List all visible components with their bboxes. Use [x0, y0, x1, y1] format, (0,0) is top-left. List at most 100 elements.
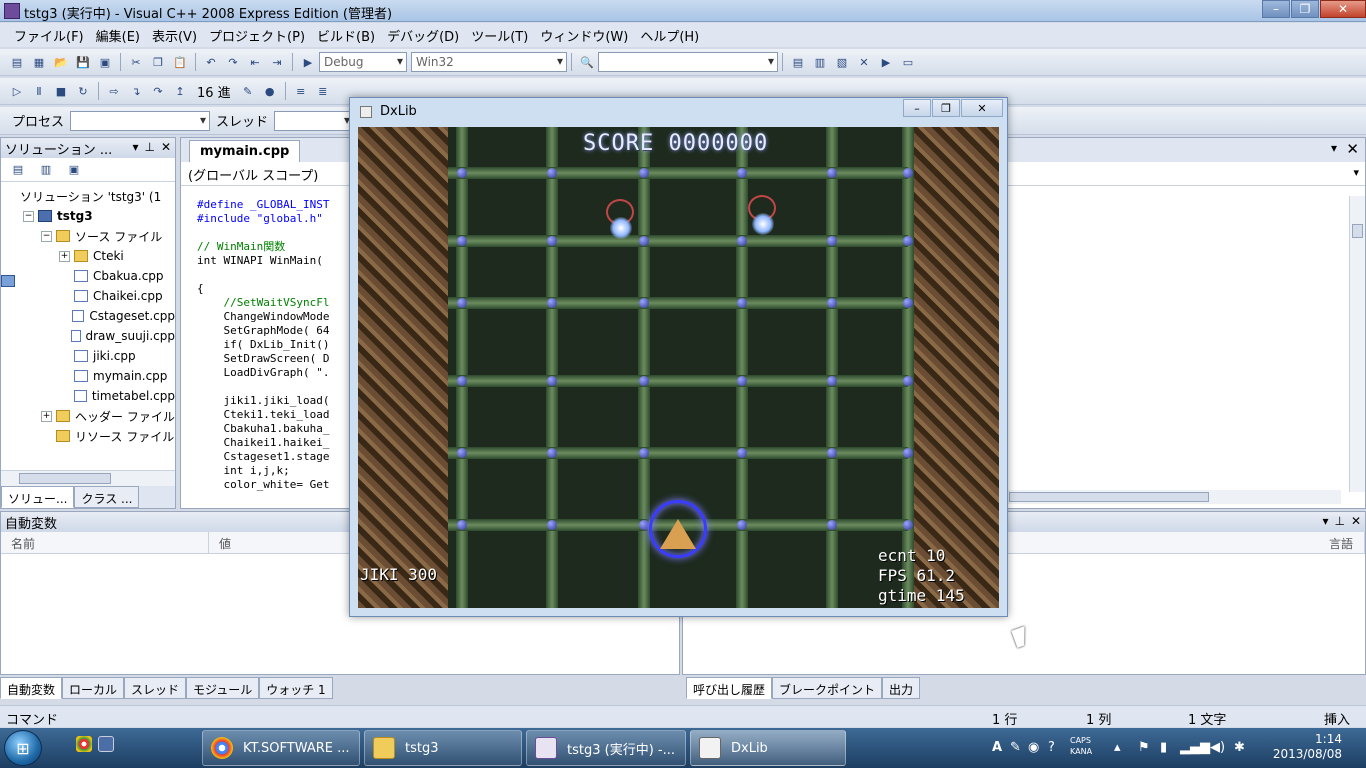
collapse-icon[interactable]: −	[41, 230, 52, 242]
refresh-icon[interactable]: ▣	[65, 161, 83, 179]
thread-select[interactable]	[274, 110, 355, 131]
tree-item[interactable]: − tstg3	[1, 206, 175, 226]
add-item-icon[interactable]: ▦	[30, 53, 48, 71]
pin-icon[interactable]: ⊥	[144, 140, 154, 154]
step-over-icon[interactable]: ↷	[149, 82, 167, 100]
tab-watch-1[interactable]: ウォッチ 1	[259, 677, 333, 699]
tree-item[interactable]: Chaikei.cpp	[1, 286, 175, 306]
tree-item[interactable]: timetabel.cpp	[1, 386, 175, 406]
tab-class-view[interactable]: クラス ...	[74, 486, 140, 508]
maximize-button[interactable]: ❐	[1291, 0, 1319, 18]
solution-platform-select[interactable]: Win32	[411, 52, 567, 72]
close-button[interactable]: ✕	[961, 99, 1003, 117]
cut-icon[interactable]: ✂	[127, 53, 145, 71]
start-page-icon[interactable]: ▶	[877, 53, 895, 71]
indent-icon[interactable]: ≡	[292, 82, 310, 100]
find-in-files-icon[interactable]: 🔍	[578, 53, 596, 71]
scroll-thumb[interactable]	[1009, 492, 1209, 502]
tab-mymain-cpp[interactable]: mymain.cpp	[189, 140, 301, 162]
scroll-thumb[interactable]	[19, 473, 111, 484]
menu-debug[interactable]: デバッグ(D)	[381, 26, 465, 45]
menu-help[interactable]: ヘルプ(H)	[634, 26, 705, 45]
horizontal-scrollbar[interactable]	[1, 470, 175, 486]
game-screen[interactable]: SCORE 0000000 JIKI 300 ecnt 10 FPS 61.2 …	[358, 127, 999, 608]
menu-project[interactable]: プロジェクト(P)	[203, 26, 311, 45]
process-select[interactable]	[70, 110, 211, 131]
chrome-quicklaunch-icon[interactable]	[76, 736, 92, 752]
network-signal-icon[interactable]: ▂▄▆	[1180, 740, 1210, 755]
properties-icon[interactable]: ▤	[9, 161, 27, 179]
stop-debugging-icon[interactable]: ■	[52, 82, 70, 100]
paste-icon[interactable]: 📋	[171, 53, 189, 71]
taskbar-chrome[interactable]: KT.SOFTWARE ...	[202, 730, 360, 766]
menu-edit[interactable]: 編集(E)	[90, 26, 146, 45]
close-button[interactable]: ✕	[1320, 0, 1366, 18]
code-text[interactable]: #define _GLOBAL_INST #include "global.h" /…	[197, 198, 329, 492]
step-out-icon[interactable]: ↥	[171, 82, 189, 100]
vertical-scrollbar[interactable]	[1349, 196, 1365, 492]
dropdown-icon[interactable]: ▾	[1322, 514, 1328, 528]
collapse-icon[interactable]: −	[23, 210, 34, 222]
tree-item[interactable]: + Cteki	[1, 246, 175, 266]
save-icon[interactable]: 💾	[74, 53, 92, 71]
navigate-back-icon[interactable]: ⇤	[246, 53, 264, 71]
column-language[interactable]: 言語	[1319, 532, 1365, 553]
help-icon[interactable]: ?	[1048, 740, 1055, 755]
tree-item[interactable]: ソリューション 'tstg3' (1	[1, 186, 175, 287]
breakpoints-window-icon[interactable]: ●	[261, 82, 279, 100]
start-button[interactable]: ⊞	[4, 730, 42, 766]
tab-threads[interactable]: スレッド	[124, 677, 187, 699]
volume-icon[interactable]: ◀)	[1210, 740, 1225, 755]
redo-icon[interactable]: ↷	[224, 53, 242, 71]
start-debug-icon[interactable]: ▶	[299, 53, 317, 71]
bluetooth-icon[interactable]: ✱	[1234, 740, 1245, 755]
tree-item[interactable]: jiki.cpp	[1, 346, 175, 366]
tab-locals[interactable]: ローカル	[62, 677, 125, 699]
hex-display-toggle[interactable]: 16 進	[197, 82, 231, 101]
action-center-flag-icon[interactable]: ⚑	[1138, 740, 1150, 755]
save-all-icon[interactable]: ▣	[96, 53, 114, 71]
continue-icon[interactable]: ▷	[8, 82, 26, 100]
pin-icon[interactable]: ⊥	[1334, 514, 1344, 528]
show-all-files-icon[interactable]: ▥	[37, 161, 55, 179]
tree-item[interactable]: Cstageset.cpp	[1, 306, 175, 326]
find-combo[interactable]	[598, 52, 778, 72]
taskbar-dxlib[interactable]: DxLib	[690, 730, 846, 766]
menu-tools[interactable]: ツール(T)	[465, 26, 534, 45]
minimize-button[interactable]: –	[903, 99, 931, 117]
ime-pad-icon[interactable]: ◉	[1028, 740, 1039, 755]
taskbar-visual-studio[interactable]: tstg3 (実行中) -...	[526, 730, 686, 766]
tab-breakpoints[interactable]: ブレークポイント	[772, 677, 883, 699]
show-next-statement-icon[interactable]: ⇨	[105, 82, 123, 100]
expand-icon[interactable]: +	[59, 250, 70, 262]
step-into-icon[interactable]: ↴	[127, 82, 145, 100]
tree-item[interactable]: draw_suuji.cpp	[1, 326, 175, 346]
expand-icon[interactable]: +	[41, 410, 52, 422]
new-project-icon[interactable]: ▤	[8, 53, 26, 71]
tree-item[interactable]: リソース ファイル	[1, 426, 175, 446]
command-window-icon[interactable]: ▭	[899, 53, 917, 71]
dropdown-icon[interactable]: ▾	[132, 140, 138, 154]
close-document-icon[interactable]: ✕	[1346, 140, 1359, 158]
solution-explorer-icon[interactable]: ▤	[789, 53, 807, 71]
menu-file[interactable]: ファイル(F)	[8, 26, 90, 45]
tab-output[interactable]: 出力	[882, 677, 921, 699]
column-name[interactable]: 名前	[1, 532, 209, 553]
outdent-icon[interactable]: ≣	[314, 82, 332, 100]
solution-config-select[interactable]: Debug	[319, 52, 407, 72]
tab-solution-explorer[interactable]: ソリュー...	[1, 486, 75, 508]
taskbar-explorer-tstg3[interactable]: tstg3	[364, 730, 522, 766]
navigate-forward-icon[interactable]: ⇥	[268, 53, 286, 71]
tab-autos[interactable]: 自動変数	[0, 677, 63, 699]
properties-icon[interactable]: ▥	[811, 53, 829, 71]
ime-mode-indicator[interactable]: A	[992, 740, 1002, 755]
device-icon[interactable]: ▮	[1160, 740, 1167, 755]
show-desktop-icon[interactable]	[98, 736, 114, 752]
tab-modules[interactable]: モジュール	[186, 677, 260, 699]
active-files-dropdown-icon[interactable]: ▾	[1331, 141, 1337, 155]
menu-window[interactable]: ウィンドウ(W)	[534, 26, 634, 45]
tab-call-stack[interactable]: 呼び出し履歴	[686, 677, 773, 699]
scope-select[interactable]: (グローバル スコープ)	[183, 163, 343, 184]
menu-view[interactable]: 表示(V)	[146, 26, 203, 45]
tree-item[interactable]: − ソース ファイル	[1, 226, 175, 246]
